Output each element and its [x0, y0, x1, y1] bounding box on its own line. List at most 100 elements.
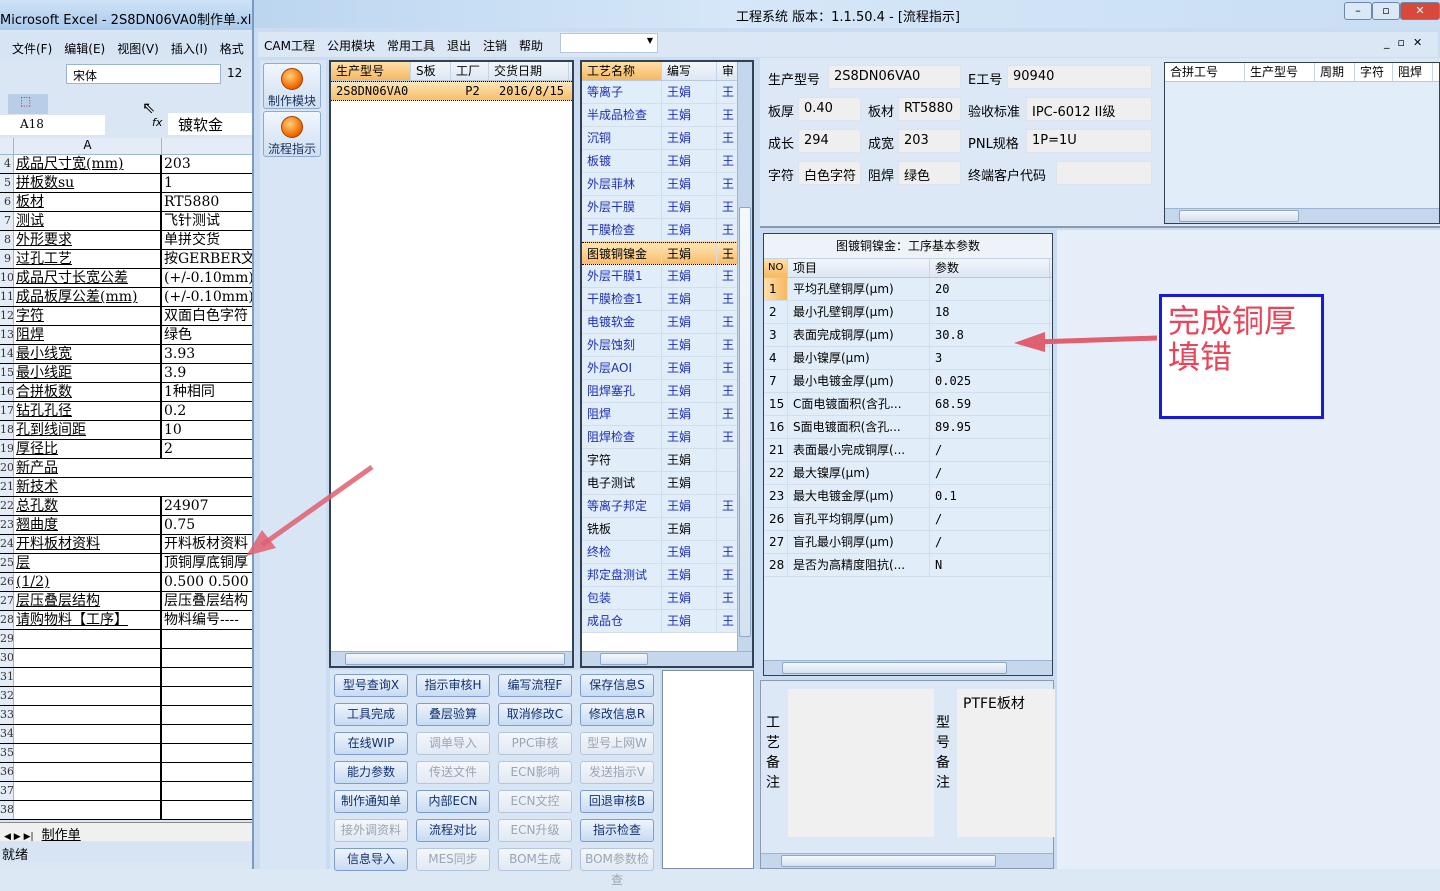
- spreadsheet-row[interactable]: 28 请购物料【工序】 物料编号----: [0, 611, 252, 630]
- cell-a[interactable]: 最小线宽: [14, 345, 162, 363]
- orders-row[interactable]: 2S8DN06VA0 P2 2016/8/15: [331, 81, 572, 101]
- field-width[interactable]: 203: [898, 129, 961, 153]
- params-row[interactable]: 28 是否为高精度阻抗(... N: [764, 554, 1052, 577]
- cell-b[interactable]: [162, 668, 252, 686]
- spreadsheet-row[interactable]: 18 孔到线间距 10: [0, 421, 252, 440]
- cell-a[interactable]: [14, 630, 162, 648]
- spreadsheet-row[interactable]: 23 翘曲度 0.75: [0, 516, 252, 535]
- app-menu-item[interactable]: 常用工具: [387, 39, 435, 53]
- row-header[interactable]: 16: [0, 383, 14, 401]
- row-header[interactable]: 7: [0, 212, 14, 230]
- cell-a[interactable]: 测试: [14, 212, 162, 230]
- field-length[interactable]: 294: [798, 129, 861, 153]
- row-header[interactable]: 28: [0, 611, 14, 629]
- cell-a[interactable]: 总孔数: [14, 497, 162, 515]
- toolbar-icons[interactable]: ⬚: [8, 94, 48, 114]
- action-button[interactable]: 发送指示V: [580, 761, 654, 784]
- menu-combo-box[interactable]: ▼: [560, 33, 658, 53]
- process-row[interactable]: 邦定盘测试 王娟王: [582, 564, 752, 587]
- cell-b[interactable]: 1种相同: [162, 383, 252, 401]
- process-vertical-scrollbar[interactable]: [737, 62, 752, 651]
- cell-a[interactable]: 外形要求: [14, 231, 162, 249]
- row-header[interactable]: 11: [0, 288, 14, 306]
- spreadsheet-row[interactable]: 27 层压叠层结构 层压叠层结构: [0, 592, 252, 611]
- spreadsheet-row[interactable]: 22 总孔数 24907: [0, 497, 252, 516]
- row-header[interactable]: 20: [0, 459, 14, 477]
- merge-horizontal-scrollbar[interactable]: [1165, 208, 1439, 223]
- action-button[interactable]: 回退审核B: [580, 790, 654, 813]
- field-legend[interactable]: 白色字符: [798, 161, 861, 185]
- cell-b[interactable]: (+/-0.10mm): [162, 288, 252, 306]
- params-column-header[interactable]: 参数: [930, 259, 1050, 277]
- app-menu-item[interactable]: 退出: [447, 39, 471, 53]
- spreadsheet-row[interactable]: 20 新产品: [0, 459, 252, 478]
- row-header[interactable]: 9: [0, 250, 14, 268]
- row-header[interactable]: 33: [0, 706, 14, 724]
- spreadsheet-row[interactable]: 21 新技术: [0, 478, 252, 497]
- cell-a[interactable]: 最小线距: [14, 364, 162, 382]
- field-material[interactable]: RT5880: [898, 97, 961, 121]
- cell-a[interactable]: [14, 706, 162, 724]
- cell-b[interactable]: 物料编号----: [162, 611, 252, 629]
- mdi-window-controls[interactable]: _▫✕: [1384, 36, 1430, 49]
- row-header[interactable]: 18: [0, 421, 14, 439]
- cell-b[interactable]: [162, 687, 252, 705]
- cell-a[interactable]: 孔到线间距: [14, 421, 162, 439]
- row-header[interactable]: 10: [0, 269, 14, 287]
- cell-a[interactable]: [14, 744, 162, 762]
- cell-b[interactable]: (+/-0.10mm): [162, 269, 252, 287]
- cell-b[interactable]: 开料板材资料: [162, 535, 252, 553]
- row-header[interactable]: 23: [0, 516, 14, 534]
- params-row[interactable]: 7 最小电镀金厚(μm) 0.025: [764, 370, 1052, 393]
- remarks-horizontal-scrollbar[interactable]: [761, 853, 1053, 868]
- action-button[interactable]: 叠层验算: [416, 703, 490, 726]
- action-button[interactable]: ECN影响: [498, 761, 572, 784]
- spreadsheet-row[interactable]: 19 厚径比 2: [0, 440, 252, 459]
- merge-column-header[interactable]: 周期: [1315, 63, 1355, 81]
- process-row[interactable]: 外层干膜1 王娟王: [582, 265, 752, 288]
- row-header[interactable]: 22: [0, 497, 14, 515]
- row-header[interactable]: 29: [0, 630, 14, 648]
- process-column-header[interactable]: 工艺名称: [582, 62, 662, 80]
- action-button[interactable]: 指示审核H: [416, 674, 490, 697]
- close-button[interactable]: ✕: [1400, 2, 1440, 20]
- action-button[interactable]: 取消修改C: [498, 703, 572, 726]
- nav-make-module-button[interactable]: 制作模块: [263, 63, 321, 109]
- cell-b[interactable]: 层压叠层结构: [162, 592, 252, 610]
- merge-column-header[interactable]: 生产型号: [1245, 63, 1315, 81]
- excel-menu-item[interactable]: 视图(V): [117, 42, 159, 56]
- row-header[interactable]: 13: [0, 326, 14, 344]
- row-header[interactable]: 6: [0, 193, 14, 211]
- action-button[interactable]: 传送文件: [416, 761, 490, 784]
- process-column-header[interactable]: 编写: [662, 62, 717, 80]
- cell-a[interactable]: [14, 782, 162, 800]
- process-row[interactable]: 包装 王娟王: [582, 587, 752, 610]
- row-header[interactable]: 14: [0, 345, 14, 363]
- cell-a[interactable]: [14, 763, 162, 781]
- action-button[interactable]: BOM生成: [498, 848, 572, 871]
- spreadsheet-row[interactable]: 24 开料板材资料 开料板材资料: [0, 535, 252, 554]
- merge-column-header[interactable]: 合拼工号: [1165, 63, 1245, 81]
- spreadsheet-row[interactable]: 38: [0, 801, 252, 820]
- cell-a[interactable]: 成品尺寸长宽公差: [14, 269, 162, 287]
- process-row[interactable]: 阻焊检查 王娟王: [582, 426, 752, 449]
- process-row[interactable]: 等离子 王娟王: [582, 81, 752, 104]
- row-header[interactable]: 19: [0, 440, 14, 458]
- params-horizontal-scrollbar[interactable]: [764, 660, 1052, 675]
- row-header[interactable]: 36: [0, 763, 14, 781]
- action-button[interactable]: 型号上网W: [580, 732, 654, 755]
- cell-b[interactable]: [162, 706, 252, 724]
- row-header[interactable]: 35: [0, 744, 14, 762]
- cell-a[interactable]: 合拼板数: [14, 383, 162, 401]
- action-button[interactable]: 保存信息S: [580, 674, 654, 697]
- spreadsheet-row[interactable]: 37: [0, 782, 252, 801]
- font-name-select[interactable]: 宋体: [66, 64, 221, 84]
- row-header[interactable]: 37: [0, 782, 14, 800]
- process-row[interactable]: 干膜检查1 王娟王: [582, 288, 752, 311]
- process-row[interactable]: 阻焊 王娟王: [582, 403, 752, 426]
- cell-b[interactable]: 24907: [162, 497, 252, 515]
- process-remark-textarea[interactable]: [788, 689, 934, 837]
- cell-a[interactable]: [14, 801, 162, 819]
- cell-b[interactable]: 10: [162, 421, 252, 439]
- excel-menu-item[interactable]: 插入(I): [171, 42, 208, 56]
